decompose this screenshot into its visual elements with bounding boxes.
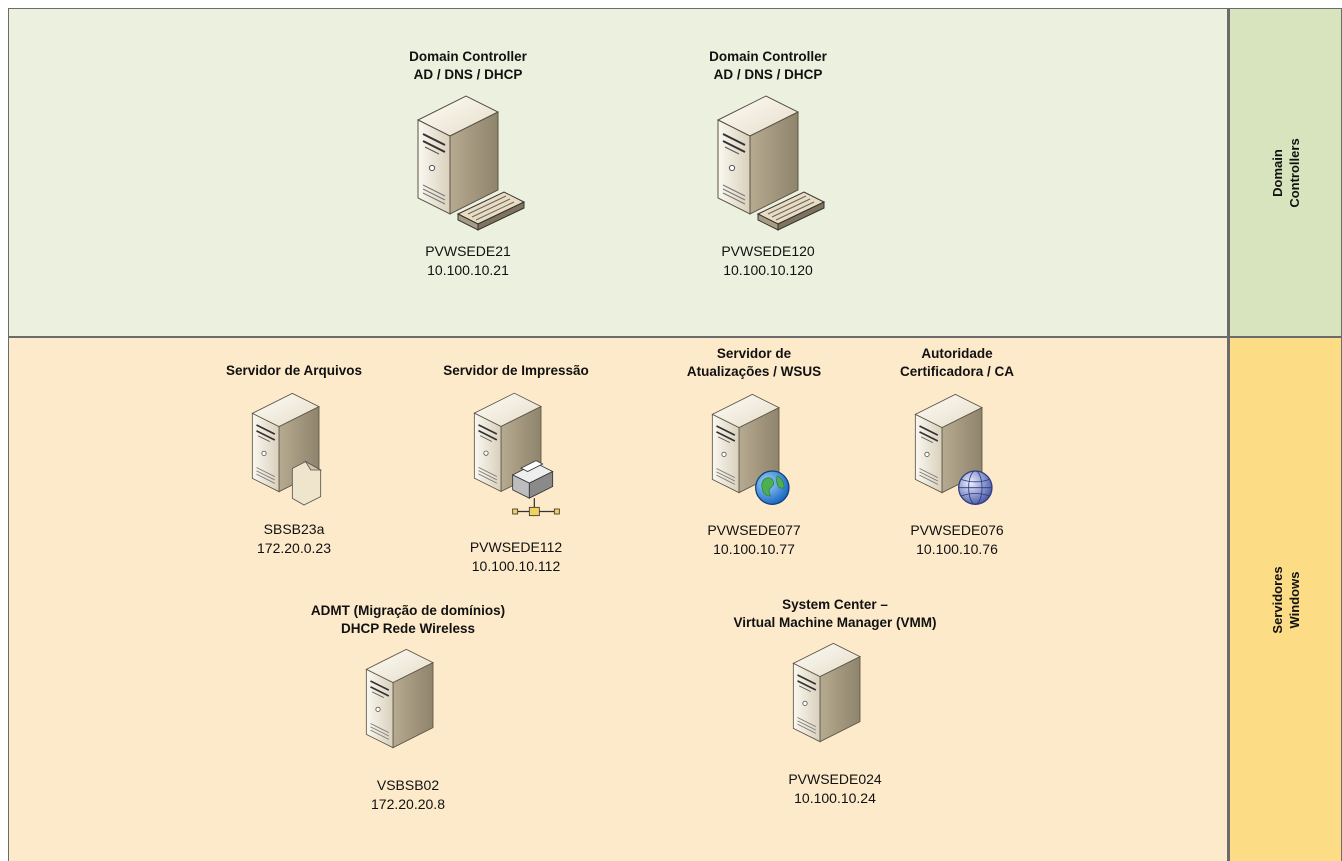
servidores-windows-lane-header: Servidores Windows bbox=[1228, 337, 1342, 861]
server-hostname: PVWSEDE024 bbox=[788, 771, 882, 787]
server-file-icon bbox=[251, 392, 323, 506]
server-node-arquivos[interactable]: Servidor de Arquivos SBSB23a 172.20.0.23 bbox=[194, 362, 394, 558]
server-ip: 10.100.10.112 bbox=[471, 558, 561, 574]
server-title-line2: DHCP Rede Wireless bbox=[341, 621, 475, 636]
server-hostname: PVWSEDE112 bbox=[469, 539, 563, 555]
server-ip: 172.20.20.8 bbox=[371, 796, 445, 812]
server-hostname: PVWSEDE076 bbox=[910, 522, 1004, 538]
server-node-ca[interactable]: Autoridade Certificadora / CA PVWSEDE076… bbox=[857, 345, 1057, 559]
server-title-line2: Certificadora / CA bbox=[899, 364, 1015, 379]
server-title-line1: Domain Controller bbox=[409, 49, 527, 64]
server-ip: 10.100.10.21 bbox=[427, 262, 509, 278]
server-title-line2: Atualizações / WSUS bbox=[686, 364, 822, 379]
server-ip: 10.100.10.77 bbox=[713, 541, 795, 557]
server-title-line1: Servidor de Arquivos bbox=[225, 363, 363, 378]
server-hostname: PVWSEDE21 bbox=[425, 243, 511, 259]
server-keyboard-icon bbox=[417, 95, 526, 231]
server-node-impressao[interactable]: Servidor de Impressão PVWSEDE112 10.100.… bbox=[416, 362, 616, 576]
server-title-line2: AD / DNS / DHCP bbox=[413, 67, 523, 82]
server-node-vmm[interactable]: System Center – Virtual Machine Manager … bbox=[695, 596, 975, 808]
server-ip: 10.100.10.76 bbox=[916, 541, 998, 557]
server-keyboard-icon bbox=[717, 95, 826, 231]
lane-label-line2: Controllers bbox=[1286, 137, 1302, 208]
server-ip: 172.20.0.23 bbox=[257, 540, 331, 556]
server-hostname: VSBSB02 bbox=[376, 777, 440, 793]
server-web-globe-icon bbox=[914, 393, 993, 505]
domain-controllers-band bbox=[8, 8, 1228, 337]
server-icon bbox=[792, 642, 861, 743]
globe-icon bbox=[755, 470, 790, 505]
server-hostname: SBSB23a bbox=[263, 521, 325, 537]
domain-controllers-lane-label: Domain Controllers bbox=[1269, 138, 1303, 207]
server-icon bbox=[365, 648, 434, 749]
server-globe-icon bbox=[711, 393, 790, 505]
server-title-line2: AD / DNS / DHCP bbox=[713, 67, 823, 82]
server-node-admt[interactable]: ADMT (Migração de domínios) DHCP Rede Wi… bbox=[278, 602, 538, 814]
server-ip: 10.100.10.120 bbox=[723, 262, 813, 278]
server-node-dc2[interactable]: Domain Controller AD / DNS / DHCP PVWSED… bbox=[668, 48, 868, 280]
server-title-line1: Servidor de Impressão bbox=[443, 363, 589, 378]
server-printer-icon bbox=[473, 392, 560, 517]
server-title-line1: Servidor de bbox=[716, 346, 792, 361]
server-hostname: PVWSEDE120 bbox=[721, 243, 815, 259]
server-node-dc1[interactable]: Domain Controller AD / DNS / DHCP PVWSED… bbox=[368, 48, 568, 280]
web-globe-icon bbox=[958, 470, 993, 505]
server-node-wsus[interactable]: Servidor de Atualizações / WSUS PVWSEDE0… bbox=[654, 345, 854, 559]
server-title-line1: ADMT (Migração de domínios) bbox=[310, 603, 506, 618]
servidores-windows-lane-label: Servidores Windows bbox=[1269, 566, 1303, 633]
server-ip: 10.100.10.24 bbox=[794, 790, 876, 806]
file-icon bbox=[291, 460, 323, 506]
lane-label-line1: Servidores bbox=[1269, 565, 1285, 634]
server-title-line1: Domain Controller bbox=[709, 49, 827, 64]
server-title-line1: System Center – bbox=[782, 597, 888, 612]
lane-label-line2: Windows bbox=[1286, 571, 1302, 628]
domain-controllers-lane-header: Domain Controllers bbox=[1228, 8, 1342, 337]
server-title-line2: Virtual Machine Manager (VMM) bbox=[733, 615, 937, 630]
server-title-line1: Autoridade bbox=[921, 346, 993, 361]
server-hostname: PVWSEDE077 bbox=[707, 522, 801, 538]
lane-label-line1: Domain bbox=[1269, 148, 1285, 197]
